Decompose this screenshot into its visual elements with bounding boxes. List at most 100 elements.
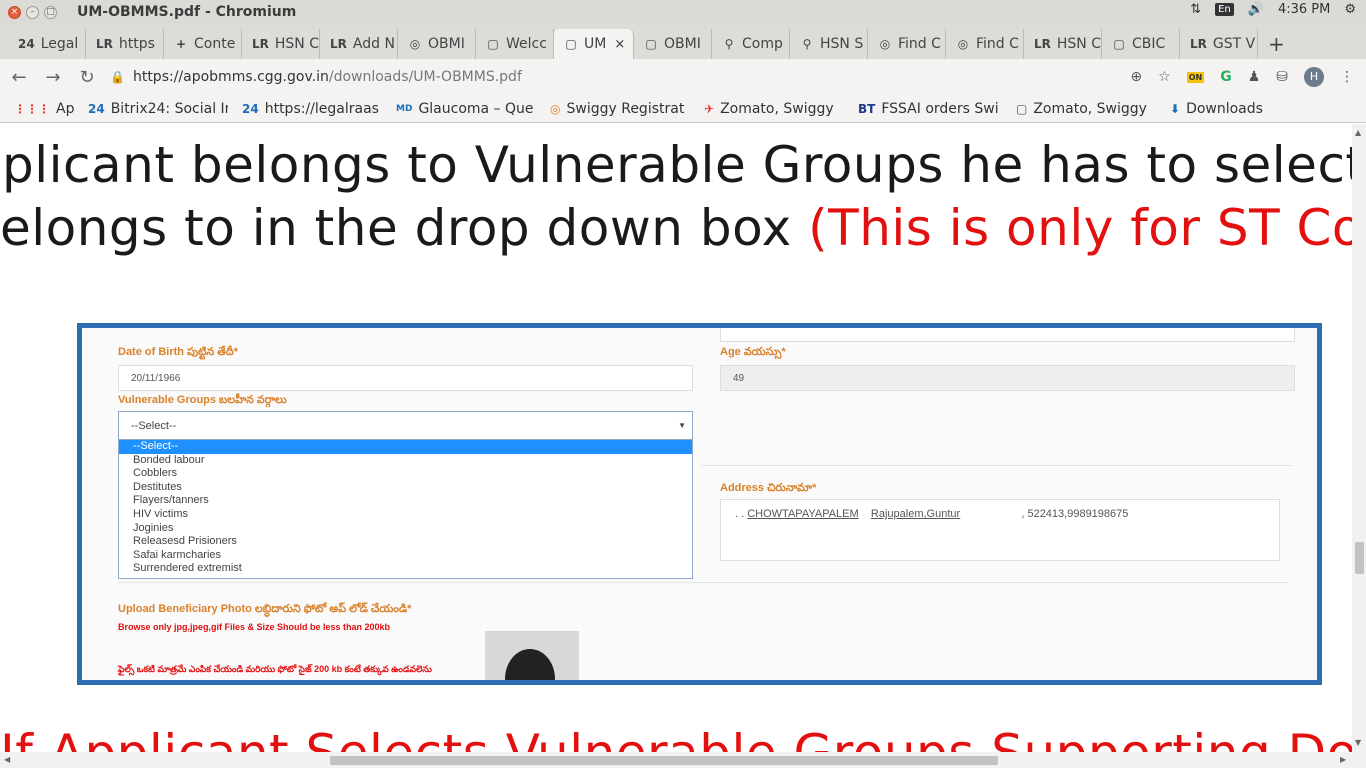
menu-kebab-icon[interactable]: ⋮ bbox=[1340, 69, 1354, 85]
favicon-icon: ▢ bbox=[645, 37, 657, 51]
bookmark-item[interactable]: ✈ Zomato, Swiggy bbox=[704, 101, 844, 117]
scrollbar-thumb[interactable] bbox=[330, 756, 998, 765]
extension-on-icon[interactable]: ON bbox=[1186, 71, 1205, 83]
scrollbar-thumb[interactable] bbox=[1355, 542, 1364, 574]
age-field: 49 bbox=[720, 365, 1295, 391]
scroll-up-icon[interactable]: ▲ bbox=[1355, 128, 1361, 137]
tab-title: Comp bbox=[742, 36, 783, 52]
bookmark-item[interactable]: MD Glaucoma – Que bbox=[396, 101, 536, 117]
os-top-bar: × – □ UM-OBMMS.pdf - Chromium ⇅ En 🔊 4:3… bbox=[0, 0, 1366, 24]
browser-tab[interactable]: LR GST V bbox=[1180, 29, 1258, 59]
address-village: CHOWTAPAYAPALEM bbox=[747, 508, 859, 520]
url-host: https://apobmms.cgg.gov.in bbox=[132, 69, 329, 85]
bookmark-label: FSSAI orders Swi bbox=[881, 100, 999, 117]
bookmark-item[interactable]: 24 https://legalraas bbox=[242, 101, 382, 117]
browser-tab[interactable]: LR Add N bbox=[320, 29, 398, 59]
browser-tab[interactable]: ⚲ Comp bbox=[712, 29, 790, 59]
bookmark-item[interactable]: ◎ Swiggy Registrat bbox=[550, 101, 690, 117]
volume-icon[interactable]: 🔊 bbox=[1248, 2, 1264, 17]
tab-close-icon[interactable]: × bbox=[614, 37, 625, 52]
browser-tab[interactable]: ◎ Find C bbox=[946, 29, 1024, 59]
scroll-right-icon[interactable]: ▶ bbox=[1340, 755, 1346, 764]
back-button[interactable]: ← bbox=[4, 67, 34, 88]
clock[interactable]: 4:36 PM bbox=[1278, 2, 1330, 17]
browser-tab[interactable]: LR HSN C bbox=[1024, 29, 1102, 59]
favicon-icon: BT bbox=[858, 101, 876, 116]
favicon-icon: ✈ bbox=[704, 101, 715, 116]
bookmark-item[interactable]: ▢ Zomato, Swiggy bbox=[1016, 101, 1156, 117]
browser-tab[interactable]: LR HSN C bbox=[242, 29, 320, 59]
favicon-icon: 24 bbox=[88, 101, 105, 116]
dropdown-option: Surrendered extremist bbox=[133, 562, 242, 575]
browser-tab[interactable]: 24 Legal bbox=[8, 29, 86, 59]
browser-tab[interactable]: ▢ OBMI bbox=[634, 29, 712, 59]
doc-text-red-note: (This is only for ST Corpor bbox=[808, 199, 1352, 257]
system-tray: ⇅ En 🔊 4:36 PM ⚙ bbox=[1190, 2, 1356, 17]
select-value: --Select-- bbox=[131, 420, 177, 432]
dropdown-option: Destitutes bbox=[133, 480, 182, 493]
settings-gear-icon[interactable]: ⚙ bbox=[1344, 2, 1356, 17]
extension-db-icon[interactable]: ⛁ bbox=[1276, 69, 1288, 85]
dropdown-option: Releasesd Prisioners bbox=[133, 535, 237, 548]
zoom-icon[interactable]: ⊕ bbox=[1130, 69, 1142, 85]
tab-strip: 24 Legal LR https + Conte LR HSN C LR Add N ◎… bbox=[0, 24, 1366, 59]
favicon-icon: LR bbox=[1034, 37, 1051, 51]
browser-tab[interactable]: LR https bbox=[86, 29, 164, 59]
browser-tab-active[interactable]: ▢ UM × bbox=[554, 29, 634, 59]
doc-text-black: elongs to in the drop down box bbox=[0, 199, 809, 257]
dob-field: 20/11/1966 bbox=[118, 365, 693, 391]
reload-button[interactable]: ↻ bbox=[72, 67, 102, 88]
bookmark-item[interactable]: ⋮⋮⋮ Apps bbox=[14, 101, 74, 117]
browser-tab[interactable]: ◎ OBMI bbox=[398, 29, 476, 59]
horizontal-scrollbar[interactable]: ◀ ▶ bbox=[0, 752, 1366, 768]
tab-title: UM bbox=[584, 36, 607, 52]
vertical-scrollbar[interactable]: ▲ ▼ bbox=[1352, 124, 1366, 752]
bookmark-label: Swiggy Registrat bbox=[566, 100, 685, 117]
divider bbox=[118, 582, 1288, 583]
address-mandal: Rajupalem,Guntur bbox=[870, 508, 961, 520]
photo-upload-hint: Browse only jpg,jpeg,gif Files & Size Sh… bbox=[118, 622, 391, 632]
favicon-icon: LR bbox=[1190, 37, 1207, 51]
keyboard-language-indicator[interactable]: En bbox=[1215, 3, 1234, 16]
browser-tab[interactable]: ▢ CBIC bbox=[1102, 29, 1180, 59]
dropdown-option: --Select-- bbox=[119, 440, 692, 454]
favicon-icon: + bbox=[175, 37, 187, 51]
grammarly-extension-icon[interactable]: G bbox=[1220, 69, 1232, 85]
scroll-left-icon[interactable]: ◀ bbox=[4, 755, 10, 764]
profile-avatar[interactable]: H bbox=[1304, 67, 1324, 87]
page-icon: ▢ bbox=[1016, 101, 1028, 116]
browser-tab[interactable]: ◎ Find C bbox=[868, 29, 946, 59]
bookmark-label: Glaucoma – Que bbox=[418, 100, 534, 117]
lock-icon[interactable]: 🔒 bbox=[110, 70, 125, 84]
scroll-down-icon[interactable]: ▼ bbox=[1355, 738, 1361, 747]
browser-tab[interactable]: ▢ Welcc bbox=[476, 29, 554, 59]
bookmark-item[interactable]: 24 Bitrix24: Social Ir bbox=[88, 101, 228, 117]
browser-tab[interactable]: + Conte bbox=[164, 29, 242, 59]
tab-title: https bbox=[118, 36, 155, 52]
window-maximize-button[interactable]: □ bbox=[44, 5, 57, 19]
pdf-viewport[interactable]: plicant belongs to Vulnerable Groups he … bbox=[0, 124, 1352, 752]
forward-button[interactable]: → bbox=[38, 67, 68, 88]
doc-text-line: elongs to in the drop down box (This is … bbox=[0, 199, 1352, 257]
vulnerable-groups-select: --Select-- ▼ bbox=[118, 411, 693, 441]
extension-icon[interactable]: ♟ bbox=[1248, 69, 1261, 85]
window-title: UM-OBMMS.pdf - Chromium bbox=[77, 4, 297, 20]
favicon-icon: ▢ bbox=[487, 37, 499, 51]
bookmark-item[interactable]: BT FSSAI orders Swi bbox=[858, 101, 1002, 117]
address-bar[interactable]: 🔒 https://apobmms.cgg.gov.in/downloads/U… bbox=[110, 63, 1150, 91]
tab-title: Welcc bbox=[506, 36, 547, 52]
favicon-icon: ▢ bbox=[1113, 37, 1125, 51]
new-tab-button[interactable]: + bbox=[1268, 29, 1285, 59]
window-close-button[interactable]: × bbox=[8, 5, 21, 19]
window-minimize-button[interactable]: – bbox=[26, 5, 39, 19]
photo-upload-label: Upload Beneficiary Photo లబ్ధిదారుని ఫోట… bbox=[118, 603, 412, 615]
browser-tab[interactable]: ⚲ HSN S bbox=[790, 29, 868, 59]
tab-title: HSN S bbox=[820, 36, 864, 52]
tab-title: OBMI bbox=[428, 36, 465, 52]
bookmarks-bar: ⋮⋮⋮ Apps 24 Bitrix24: Social Ir 24 https://… bbox=[0, 95, 1366, 123]
tab-title: Find C bbox=[898, 36, 941, 52]
network-icon[interactable]: ⇅ bbox=[1190, 2, 1201, 17]
bookmark-item[interactable]: ⬇ Downloads bbox=[1170, 101, 1280, 117]
favicon-icon: ◎ bbox=[879, 37, 891, 51]
bookmark-star-icon[interactable]: ☆ bbox=[1158, 69, 1171, 85]
